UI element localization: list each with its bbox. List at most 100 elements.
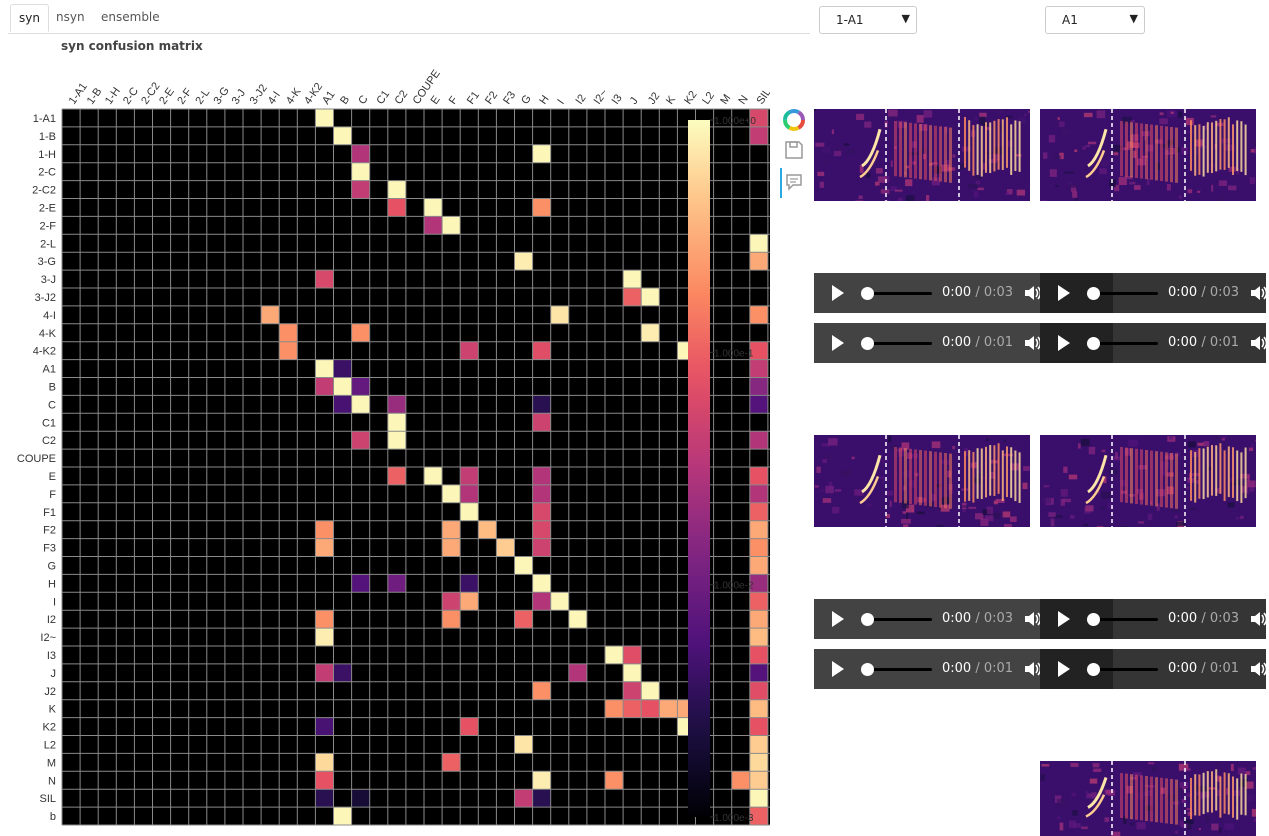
volume-icon[interactable] [1022, 283, 1042, 303]
heatmap-cell [568, 663, 587, 682]
x-tick-label: M [718, 92, 733, 106]
heatmap-cell [351, 162, 370, 181]
plot-toolbar [780, 108, 808, 198]
y-tick-label: 4-K2 [33, 346, 56, 358]
y-tick-label: 2-C [38, 167, 56, 179]
x-tick-label: 2-C2 [139, 80, 163, 106]
play-icon[interactable] [832, 335, 844, 351]
y-tick-label: M [47, 757, 56, 769]
seek-handle[interactable] [861, 613, 874, 626]
heatmap-cell [605, 699, 624, 718]
comment-icon[interactable] [782, 170, 806, 194]
heatmap-cell [442, 592, 461, 611]
seek-bar[interactable] [864, 618, 932, 621]
plot-title: syn confusion matrix [61, 39, 203, 53]
heatmap-cell [749, 610, 768, 629]
time-display: 0:00 / 0:01 [942, 335, 1013, 350]
time-separator: / [1197, 335, 1210, 350]
seek-handle[interactable] [861, 663, 874, 676]
heatmap-cell [749, 717, 768, 736]
x-tick-label: K2 [682, 89, 700, 107]
heatmap-cell [351, 431, 370, 450]
syllable-select-left[interactable]: 1-A1 ▼ [819, 6, 917, 34]
heatmap-cell [442, 216, 461, 235]
volume-icon[interactable] [1022, 659, 1042, 679]
volume-icon[interactable] [1248, 333, 1268, 353]
y-tick-label: F3 [43, 543, 56, 555]
duration: 0:01 [1209, 661, 1240, 676]
volume-icon[interactable] [1248, 659, 1268, 679]
heatmap-cell [279, 323, 298, 342]
current-time: 0:00 [1168, 611, 1198, 626]
play-icon[interactable] [832, 611, 844, 627]
heatmap-cell [532, 467, 551, 485]
heatmap-cell [333, 663, 352, 682]
play-icon[interactable] [1058, 611, 1070, 627]
seek-bar[interactable] [1090, 668, 1158, 671]
heatmap-cell [749, 681, 768, 700]
time-display: 0:00 / 0:03 [942, 611, 1013, 626]
spectrogram [1040, 109, 1256, 201]
y-tick-label: F1 [43, 507, 56, 519]
heatmap-cell [749, 663, 768, 682]
x-tick-label: C2 [392, 88, 410, 106]
time-separator: / [971, 611, 984, 626]
play-icon[interactable] [1058, 285, 1070, 301]
current-time: 0:00 [1168, 285, 1198, 300]
heatmap-cell [749, 431, 768, 450]
heatmap-cell [478, 520, 497, 539]
volume-icon[interactable] [1248, 609, 1268, 629]
x-tick-label: N [736, 93, 750, 106]
seek-handle[interactable] [1087, 337, 1100, 350]
tab-ensemble[interactable]: ensemble [101, 4, 160, 30]
seek-bar[interactable] [1090, 618, 1158, 621]
heatmap-cell [532, 520, 551, 539]
seek-bar[interactable] [1090, 342, 1158, 345]
heatmap-cell [749, 789, 768, 808]
x-tick-label: F1 [465, 89, 482, 106]
heatmap-cell [623, 663, 642, 682]
seek-handle[interactable] [1087, 287, 1100, 300]
x-tick-label: C [356, 93, 370, 106]
syllable-select-right[interactable]: A1 ▼ [1045, 6, 1145, 34]
volume-icon[interactable] [1022, 333, 1042, 353]
heatmap-cell [514, 252, 533, 271]
heatmap-cell [532, 681, 551, 700]
heatmap-cell [623, 699, 642, 718]
x-tick-label: I3 [610, 92, 625, 106]
x-tick-label: I2 [573, 92, 588, 106]
seek-handle[interactable] [1087, 663, 1100, 676]
heatmap-cell [514, 735, 533, 754]
tab-nsyn[interactable]: nsyn [56, 4, 85, 30]
heatmap-cell [749, 628, 768, 646]
volume-icon[interactable] [1248, 283, 1268, 303]
x-tick-label: 1-H [103, 85, 123, 106]
volume-icon[interactable] [1022, 609, 1042, 629]
heatmap-cell [659, 699, 678, 718]
save-icon[interactable] [782, 138, 806, 162]
heatmap-cell [460, 592, 479, 611]
play-icon[interactable] [1058, 335, 1070, 351]
seek-handle[interactable] [861, 337, 874, 350]
play-icon[interactable] [832, 661, 844, 677]
play-icon[interactable] [832, 285, 844, 301]
heatmap-cell [315, 771, 334, 790]
y-tick-label: K2 [43, 722, 56, 734]
heatmap-cell [749, 305, 768, 324]
seek-bar[interactable] [1090, 292, 1158, 295]
x-tick-label: I [555, 97, 567, 106]
tab-syn[interactable]: syn [10, 4, 49, 32]
seek-bar[interactable] [864, 292, 932, 295]
seek-bar[interactable] [864, 668, 932, 671]
x-tick-label: 4-K [284, 85, 304, 106]
y-tick-label: E [49, 471, 56, 483]
seek-bar[interactable] [864, 342, 932, 345]
seek-handle[interactable] [1087, 613, 1100, 626]
x-tick-label: A1 [320, 89, 338, 107]
play-icon[interactable] [1058, 661, 1070, 677]
seek-handle[interactable] [861, 287, 874, 300]
y-tick-label: C [48, 399, 56, 411]
spectrogram-plot [1040, 109, 1256, 201]
x-tick-label: I2~ [592, 87, 611, 107]
color-wheel-icon[interactable] [782, 108, 806, 132]
